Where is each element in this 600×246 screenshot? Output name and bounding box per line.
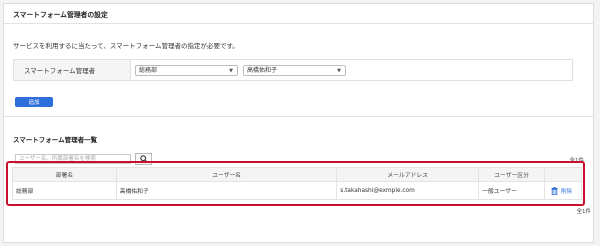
section-title: スマートフォーム管理者の設定 xyxy=(13,11,108,19)
chevron-down-icon: ▼ xyxy=(337,68,341,74)
list-title: スマートフォーム管理者一覧 xyxy=(13,136,98,144)
intro-text: サービスを利用するに当たって、スマートフォーム管理者の指定が必要です。 xyxy=(13,42,239,50)
department-select-value: 総務部 xyxy=(139,67,158,74)
highlight-frame xyxy=(6,161,585,206)
admin-field: 総務部 ▼ 高橋佑和子 ▼ xyxy=(131,60,572,80)
admin-field-label: スマートフォーム管理者 xyxy=(14,60,131,80)
add-button[interactable]: 追加 xyxy=(15,97,53,107)
admin-settings-panel: スマートフォーム管理者の設定 サービスを利用するに当たって、スマートフォーム管理… xyxy=(3,3,594,243)
admin-form-row: スマートフォーム管理者 総務部 ▼ 高橋佑和子 ▼ xyxy=(13,59,573,81)
divider xyxy=(4,23,593,24)
chevron-down-icon: ▼ xyxy=(229,68,233,74)
divider xyxy=(4,116,593,117)
user-select-value: 高橋佑和子 xyxy=(247,67,278,74)
user-select[interactable]: 高橋佑和子 ▼ xyxy=(243,65,346,76)
department-select[interactable]: 総務部 ▼ xyxy=(135,65,238,76)
result-count-bottom: 全1件 xyxy=(576,209,592,215)
